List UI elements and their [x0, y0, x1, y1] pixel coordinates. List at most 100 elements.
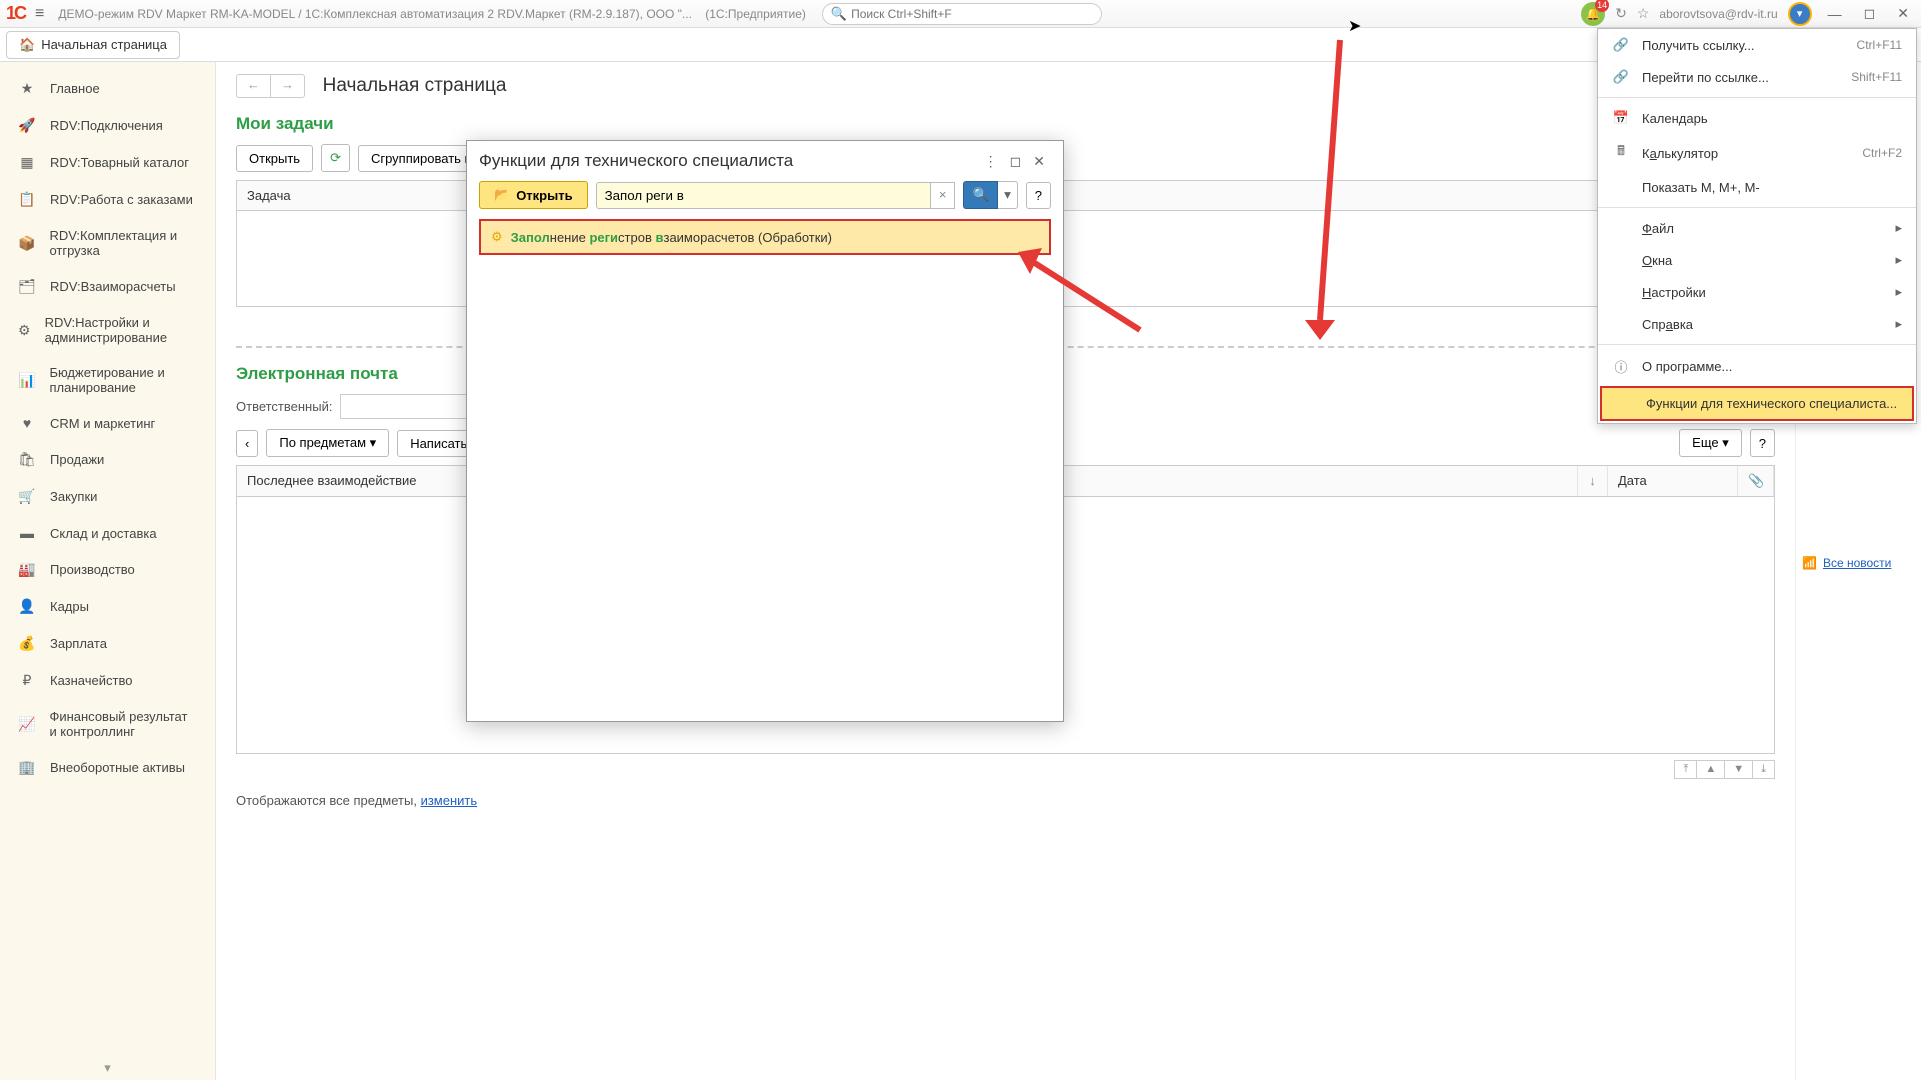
maximize-button[interactable]: ◻ [1858, 5, 1882, 22]
sidebar-item-assets[interactable]: 🏢Внеоборотные активы [0, 749, 215, 786]
sidebar-item-sales[interactable]: 🛍Продажи [0, 441, 215, 478]
nav-forward-button[interactable]: → [271, 75, 304, 97]
gear-icon: ⚙ [491, 229, 503, 245]
menu-about[interactable]: ⓘ О программе... [1598, 349, 1916, 384]
sidebar-item-admin[interactable]: ⚙RDV:Настройки и администрирование [0, 305, 215, 355]
dialog-more-icon[interactable]: ⋮ [978, 153, 1004, 170]
calc-icon: 🗂 [18, 278, 36, 295]
sidebar-item-purchases[interactable]: 🛒Закупки [0, 478, 215, 515]
tab-label: Начальная страница [41, 37, 167, 52]
result-text: Заполнение регистров взаиморасчетов (Обр… [511, 230, 832, 245]
tech-functions-dialog: Функции для технического специалиста ⋮ ◻… [466, 140, 1064, 722]
menu-get-link[interactable]: 🔗 Получить ссылку... Ctrl+F11 [1598, 29, 1916, 61]
menu-tech-functions[interactable]: Функции для технического специалиста... [1600, 386, 1914, 421]
sidebar-item-crm[interactable]: ♥CRM и маркетинг [0, 405, 215, 441]
sidebar-item-hr[interactable]: 👤Кадры [0, 588, 215, 625]
menu-windows[interactable]: Окна ▸ [1598, 244, 1916, 276]
wallet-icon: 💰 [18, 635, 36, 652]
sidebar-item-warehouse[interactable]: ▬Склад и доставка [0, 515, 215, 551]
hamburger-icon[interactable]: ≡ [35, 5, 44, 23]
dialog-result-row[interactable]: ⚙ Заполнение регистров взаиморасчетов (О… [479, 219, 1051, 255]
sidebar-item-packing[interactable]: 📦RDV:Комплектация и отгрузка [0, 218, 215, 268]
menu-file[interactable]: Файл ▸ [1598, 212, 1916, 244]
sidebar-item-main[interactable]: ★Главное [0, 70, 215, 107]
link-icon: 🔗 [1612, 69, 1630, 85]
menu-separator [1598, 207, 1916, 208]
global-search-input[interactable] [851, 7, 1093, 21]
footer-change-link[interactable]: изменить [421, 793, 478, 808]
info-icon: ⓘ [1612, 357, 1630, 376]
rocket-icon: 🚀 [18, 117, 36, 134]
nav-back-button[interactable]: ← [237, 75, 271, 97]
responsible-input[interactable] [340, 394, 480, 419]
box-icon: 📦 [18, 235, 35, 252]
tab-home[interactable]: 🏠 Начальная страница [6, 31, 180, 59]
sidebar-item-connections[interactable]: 🚀RDV:Подключения [0, 107, 215, 144]
bars-icon: 📈 [18, 716, 35, 733]
dialog-help-button[interactable]: ? [1026, 182, 1051, 209]
global-search[interactable]: 🔍 [822, 3, 1102, 25]
menu-separator [1598, 97, 1916, 98]
chevron-right-icon: ▸ [1895, 220, 1902, 236]
email-col-date[interactable]: Дата [1608, 466, 1738, 496]
menu-help[interactable]: Справка ▸ [1598, 308, 1916, 340]
email-scroll-top-button[interactable]: ⤒ [1674, 760, 1697, 779]
sidebar-item-treasury[interactable]: ₽Казначейство [0, 662, 215, 699]
dialog-maximize-icon[interactable]: ◻ [1004, 153, 1028, 170]
tasks-title: Мои задачи [236, 114, 1775, 134]
dialog-search-input[interactable] [596, 182, 931, 209]
sidebar-item-finance[interactable]: 📈Финансовый результат и контроллинг [0, 699, 215, 749]
open-icon: 📂 [494, 187, 510, 203]
dialog-search-clear[interactable]: × [931, 182, 956, 209]
email-col-sort[interactable]: ↓ [1578, 466, 1608, 496]
dialog-search-dropdown[interactable]: ▾ [998, 181, 1018, 209]
menu-calculator[interactable]: 🖩 Калькулятор Ctrl+F2 [1598, 134, 1916, 172]
menu-show-m[interactable]: Показать M, M+, M- [1598, 172, 1916, 203]
building-icon: 🏢 [18, 759, 36, 776]
chevron-right-icon: ▸ [1895, 316, 1902, 332]
grid-icon: ▦ [18, 154, 36, 171]
sidebar-item-settlements[interactable]: 🗂RDV:Взаиморасчеты [0, 268, 215, 305]
link-icon: 🔗 [1612, 37, 1630, 53]
email-more-button[interactable]: Еще ▾ [1679, 429, 1742, 457]
calculator-icon: 🖩 [1612, 142, 1630, 164]
email-scroll-bottom-button[interactable]: ⤓ [1753, 760, 1775, 779]
email-back-button[interactable]: ‹ [236, 430, 258, 457]
factory-icon: 🏭 [18, 561, 36, 578]
sidebar-item-orders[interactable]: 📋RDV:Работа с заказами [0, 181, 215, 218]
ruble-icon: ₽ [18, 672, 36, 689]
email-scroll-up-button[interactable]: ▲ [1697, 760, 1725, 779]
email-by-subject-button[interactable]: По предметам ▾ [266, 429, 389, 457]
tasks-refresh-button[interactable]: ⟳ [321, 144, 350, 172]
tasks-open-button[interactable]: Открыть [236, 145, 313, 172]
sliders-icon: ⚙ [18, 322, 31, 339]
sidebar-item-production[interactable]: 🏭Производство [0, 551, 215, 588]
dialog-close-icon[interactable]: ✕ [1027, 153, 1051, 170]
rss-icon: 📶 [1802, 556, 1817, 570]
star-icon[interactable]: ☆ [1637, 5, 1650, 22]
menu-goto-link[interactable]: 🔗 Перейти по ссылке... Shift+F11 [1598, 61, 1916, 93]
email-scroll-down-button[interactable]: ▼ [1725, 760, 1753, 779]
sidebar-item-salary[interactable]: 💰Зарплата [0, 625, 215, 662]
close-button[interactable]: ✕ [1891, 5, 1915, 22]
email-col-attach[interactable]: 📎 [1738, 466, 1774, 496]
notifications-button[interactable]: 🔔 14 [1581, 2, 1605, 26]
star-icon: ★ [18, 80, 36, 97]
dialog-search-button[interactable]: 🔍 [963, 181, 998, 209]
person-icon: 👤 [18, 598, 36, 615]
all-news-link[interactable]: Все новости [1823, 556, 1891, 570]
sidebar-item-budget[interactable]: 📊Бюджетирование и планирование [0, 355, 215, 405]
sidebar-item-catalog[interactable]: ▦RDV:Товарный каталог [0, 144, 215, 181]
minimize-button[interactable]: — [1822, 6, 1848, 22]
dialog-open-button[interactable]: 📂 Открыть [479, 181, 588, 209]
history-icon[interactable]: ↻ [1615, 5, 1627, 22]
sidebar-expand-icon[interactable]: ▾ [100, 1056, 115, 1080]
menu-settings[interactable]: Настройки ▸ [1598, 276, 1916, 308]
chevron-right-icon: ▸ [1895, 284, 1902, 300]
chart-icon: 📊 [18, 372, 35, 389]
main-menu-button[interactable]: ▾ [1788, 2, 1812, 26]
menu-calendar[interactable]: 📅 Календарь [1598, 102, 1916, 134]
user-email[interactable]: aborovtsova@rdv-it.ru [1659, 7, 1777, 21]
email-help-button[interactable]: ? [1750, 429, 1775, 457]
page-title: Начальная страница [323, 75, 507, 97]
